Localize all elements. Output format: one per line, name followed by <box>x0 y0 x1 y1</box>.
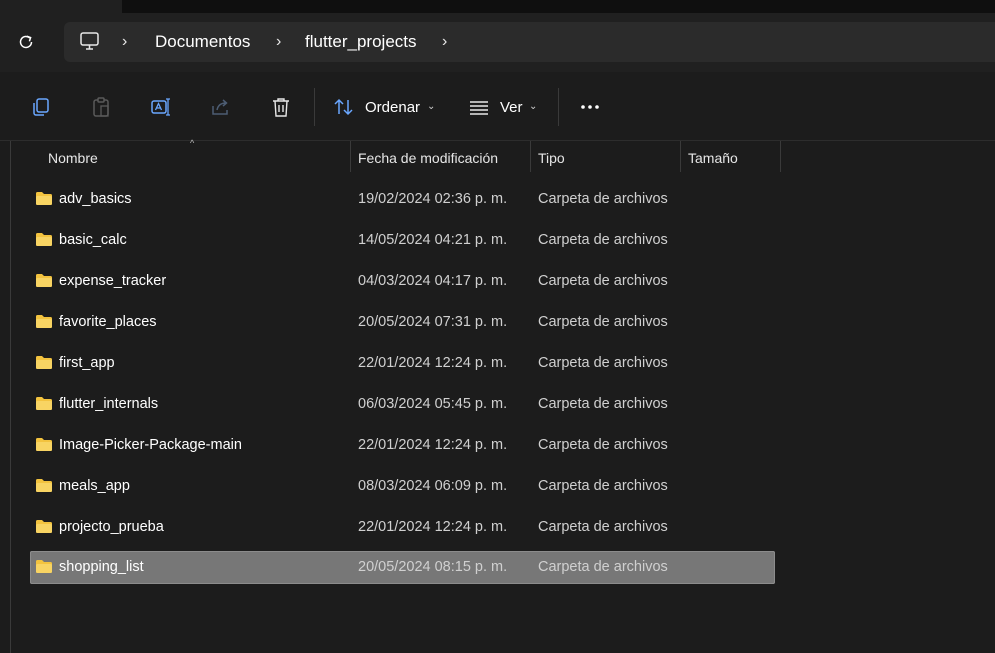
file-modified: 22/01/2024 12:24 p. m. <box>358 519 508 535</box>
toolbar-separator <box>558 88 559 126</box>
file-modified: 20/05/2024 08:15 p. m. <box>358 559 508 575</box>
delete-icon[interactable] <box>270 96 292 118</box>
folder-icon <box>36 520 52 533</box>
folder-icon <box>36 274 52 287</box>
file-name: adv_basics <box>59 191 132 207</box>
toolbar-separator <box>314 88 315 126</box>
file-name: first_app <box>59 355 115 371</box>
breadcrumb-flutter-projects[interactable]: flutter_projects <box>305 32 417 52</box>
window-top-strip <box>0 0 995 14</box>
file-type: Carpeta de archivos <box>538 191 668 207</box>
folder-icon <box>36 192 52 205</box>
paste-icon[interactable] <box>90 96 112 118</box>
sort-button[interactable]: Ordenar <box>365 99 420 116</box>
list-item[interactable]: first_app 22/01/2024 12:24 p. m. Carpeta… <box>30 347 775 380</box>
file-type: Carpeta de archivos <box>538 478 668 494</box>
folder-icon <box>36 233 52 246</box>
list-item[interactable]: meals_app 08/03/2024 06:09 p. m. Carpeta… <box>30 470 775 503</box>
file-modified: 20/05/2024 07:31 p. m. <box>358 314 508 330</box>
list-item-selected[interactable]: shopping_list 20/05/2024 08:15 p. m. Car… <box>30 551 775 584</box>
share-icon[interactable] <box>210 96 232 118</box>
file-name: Image-Picker-Package-main <box>59 437 242 453</box>
list-item[interactable]: expense_tracker 04/03/2024 04:17 p. m. C… <box>30 265 775 298</box>
file-name: shopping_list <box>59 559 144 575</box>
folder-icon <box>36 356 52 369</box>
file-modified: 06/03/2024 05:45 p. m. <box>358 396 508 412</box>
file-type: Carpeta de archivos <box>538 355 668 371</box>
file-type: Carpeta de archivos <box>538 559 668 575</box>
folder-icon <box>36 315 52 328</box>
view-icon[interactable] <box>468 96 490 118</box>
column-header-name-label: Nombre <box>48 150 98 166</box>
file-type: Carpeta de archivos <box>538 232 668 248</box>
folder-icon <box>36 479 52 492</box>
chevron-right-icon[interactable]: › <box>442 33 447 51</box>
chevron-right-icon[interactable]: › <box>122 33 127 51</box>
breadcrumb-documentos[interactable]: Documentos <box>155 32 250 52</box>
file-modified: 04/03/2024 04:17 p. m. <box>358 273 508 289</box>
command-bar: Ordenar ⌄ Ver ⌄ <box>0 72 995 141</box>
chevron-down-icon: ⌄ <box>427 101 436 112</box>
file-modified: 22/01/2024 12:24 p. m. <box>358 355 508 371</box>
sort-icon[interactable] <box>333 96 355 118</box>
rename-icon[interactable] <box>150 96 172 118</box>
folder-icon <box>36 560 52 573</box>
address-row: › Documentos › flutter_projects › <box>0 14 995 72</box>
file-name: flutter_internals <box>59 396 159 412</box>
chevron-right-icon[interactable]: › <box>276 33 281 51</box>
file-type: Carpeta de archivos <box>538 437 668 453</box>
file-type: Carpeta de archivos <box>538 396 668 412</box>
column-header-modified-label: Fecha de modificación <box>358 150 499 166</box>
chevron-down-icon: ⌄ <box>529 101 538 112</box>
navigation-pane-border <box>10 141 11 653</box>
column-header-type[interactable]: Tipo <box>531 141 680 173</box>
file-name: favorite_places <box>59 314 157 330</box>
list-item[interactable]: favorite_places 20/05/2024 07:31 p. m. C… <box>30 306 775 339</box>
file-type: Carpeta de archivos <box>538 519 668 535</box>
file-modified: 22/01/2024 12:24 p. m. <box>358 437 508 453</box>
refresh-button[interactable] <box>14 30 38 54</box>
column-divider[interactable] <box>780 141 781 172</box>
folder-icon <box>36 438 52 451</box>
column-header-name[interactable]: Nombre <box>40 141 350 173</box>
column-header-type-label: Tipo <box>538 150 565 166</box>
file-name: projecto_prueba <box>59 519 164 535</box>
list-item[interactable]: projecto_prueba 22/01/2024 12:24 p. m. C… <box>30 511 775 544</box>
view-button[interactable]: Ver <box>500 99 523 116</box>
list-item[interactable]: basic_calc 14/05/2024 04:21 p. m. Carpet… <box>30 224 775 257</box>
refresh-icon <box>19 35 33 49</box>
copy-icon[interactable] <box>30 96 52 118</box>
column-header-modified[interactable]: Fecha de modificación <box>351 141 530 173</box>
file-name: meals_app <box>59 478 130 494</box>
address-bar[interactable]: › Documentos › flutter_projects › <box>64 22 995 62</box>
folder-icon <box>36 397 52 410</box>
file-name: expense_tracker <box>59 273 167 289</box>
file-modified: 19/02/2024 02:36 p. m. <box>358 191 508 207</box>
file-modified: 08/03/2024 06:09 p. m. <box>358 478 508 494</box>
file-name: basic_calc <box>59 232 127 248</box>
list-item[interactable]: Image-Picker-Package-main 22/01/2024 12:… <box>30 429 775 462</box>
column-header-size-label: Tamaño <box>688 150 738 166</box>
file-type: Carpeta de archivos <box>538 273 668 289</box>
list-item[interactable]: flutter_internals 06/03/2024 05:45 p. m.… <box>30 388 775 421</box>
file-type: Carpeta de archivos <box>538 314 668 330</box>
more-options-icon[interactable] <box>579 96 601 118</box>
computer-icon <box>80 32 99 50</box>
list-item[interactable]: adv_basics 19/02/2024 02:36 p. m. Carpet… <box>30 183 775 216</box>
file-modified: 14/05/2024 04:21 p. m. <box>358 232 508 248</box>
tab-strip <box>122 0 995 13</box>
column-header-size[interactable]: Tamaño <box>681 141 780 173</box>
